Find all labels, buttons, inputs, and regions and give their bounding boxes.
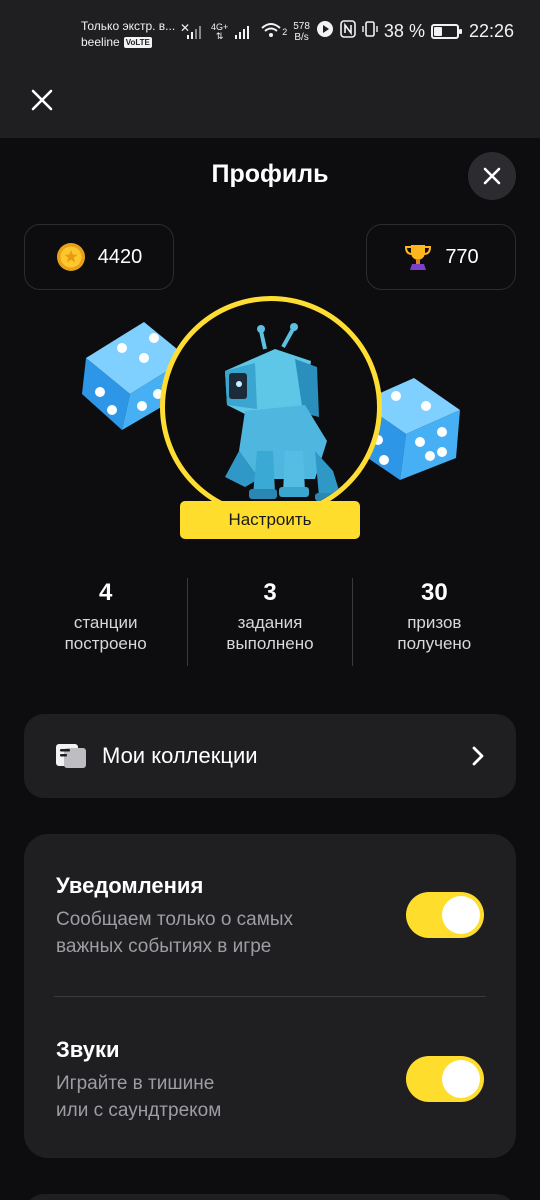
vibrate-icon (362, 20, 378, 43)
battery-percent: 38 % (383, 21, 425, 41)
sounds-setting: Звуки Играйте в тишине или с саундтреком (56, 1036, 484, 1124)
signal-icon (186, 25, 201, 39)
network-type: 4G+ ⇅ (210, 21, 229, 41)
clock: 22:26 (468, 21, 514, 41)
stat-value: 4 (98, 579, 113, 606)
nfc-icon (340, 20, 356, 43)
wifi-sub: 2 (282, 26, 288, 37)
trophy-balance: 770 (366, 224, 516, 290)
status-right: 4G+ ⇅ 2 578 B/s 38 % 22:26 (186, 20, 514, 43)
stat-label: призов получено (397, 613, 472, 653)
close-icon (483, 167, 501, 185)
coin-balance: 4420 (24, 224, 174, 290)
stat-value: 3 (263, 579, 277, 606)
battery-icon (430, 24, 462, 39)
stat-tasks: 3 задания выполнено (188, 578, 351, 666)
collections-label: Мои коллекции (102, 743, 258, 768)
stat-label: станции построено (64, 613, 147, 653)
coin-icon (56, 243, 85, 271)
close-icon (31, 89, 53, 111)
notification-text: Только экстр. в... (81, 19, 176, 33)
page-title: Профиль (211, 160, 329, 188)
chevron-right-icon (472, 746, 484, 766)
app-bar (0, 66, 540, 138)
my-collections-button[interactable]: Мои коллекции (24, 714, 516, 798)
stat-prizes: 30 призов получено (353, 578, 516, 666)
stats-row: 4 станции построено 3 задания выполнено 30… (24, 578, 516, 666)
settings-card: Уведомления Сообщаем только о самых важн… (24, 834, 516, 1158)
signal-icon-2 (235, 25, 250, 39)
next-card-edge (24, 1194, 516, 1200)
stat-label: задания выполнено (226, 613, 314, 653)
notifications-toggle[interactable] (406, 892, 484, 938)
trophy-icon (405, 245, 432, 270)
notifications-setting: Уведомления Сообщаем только о самых важн… (56, 872, 484, 960)
carrier-name: beeline (81, 35, 120, 49)
close-webview-button[interactable] (26, 84, 58, 116)
customize-avatar-button[interactable]: Настроить (180, 501, 360, 539)
divider (54, 996, 486, 997)
close-profile-button[interactable] (468, 152, 516, 200)
book-collection-icon (56, 744, 86, 768)
avatar[interactable] (160, 296, 382, 518)
trophy-count: 770 (445, 245, 479, 268)
volte-badge: VoLTE (123, 36, 152, 48)
robot-dog-avatar-icon (225, 323, 345, 501)
coin-count: 4420 (97, 245, 143, 268)
status-bar: Только экстр. в... beeline VoLTE ✕ 4G+ ⇅… (0, 0, 540, 66)
stat-stations: 4 станции построено (24, 578, 187, 666)
wifi-icon (260, 21, 282, 42)
sounds-toggle[interactable] (406, 1056, 484, 1102)
network-speed: 578 B/s (293, 20, 310, 43)
stat-value: 30 (420, 579, 448, 606)
play-icon (316, 20, 334, 43)
status-left: Только экстр. в... beeline VoLTE (81, 18, 175, 50)
